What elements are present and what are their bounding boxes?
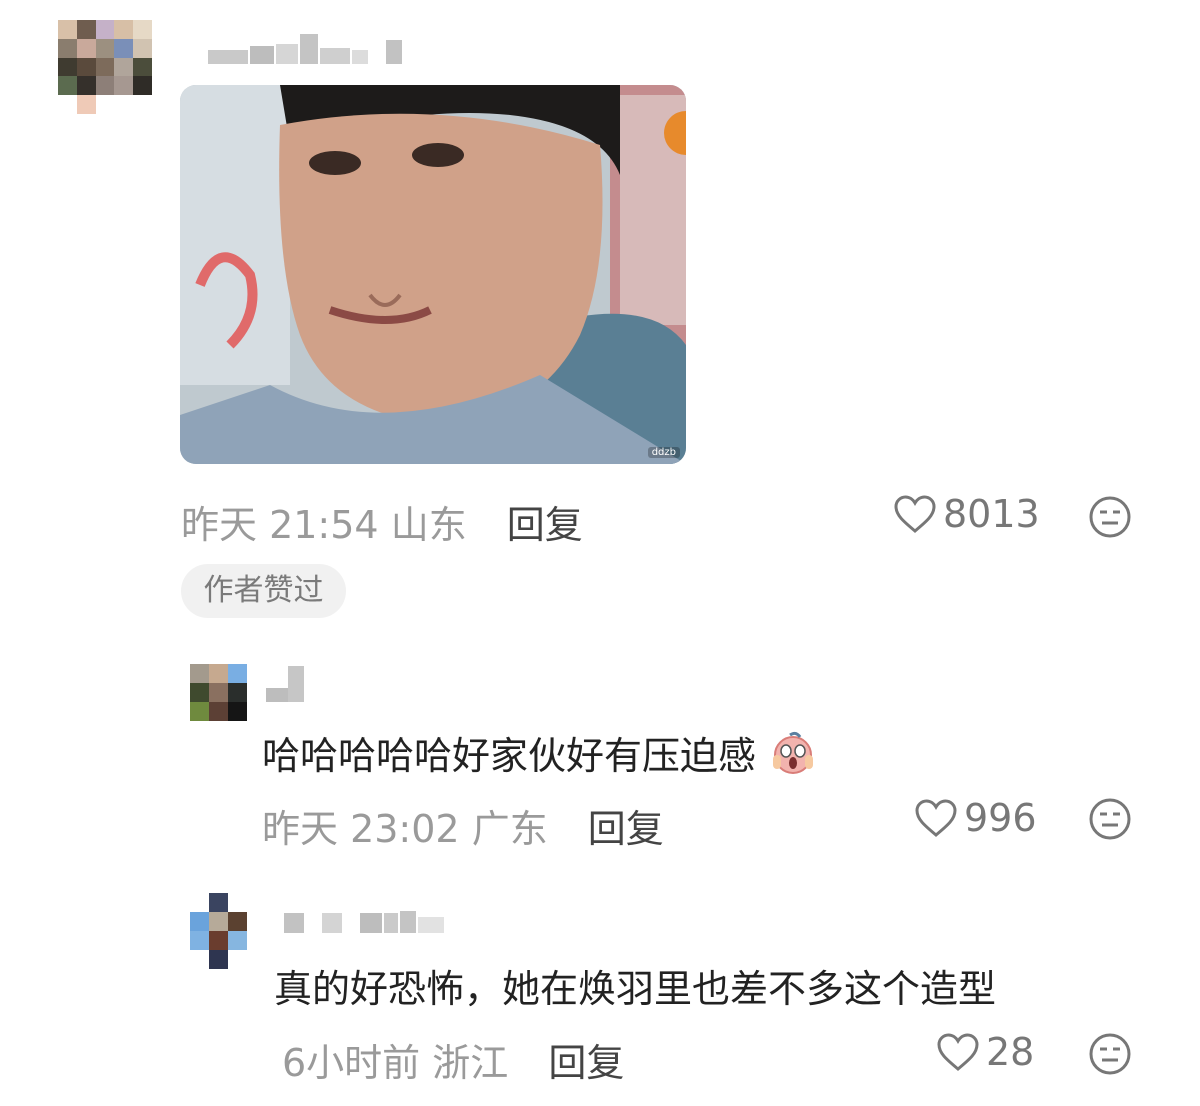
comment-location: 山东 [390,503,467,547]
image-watermark: ddzb [647,447,680,458]
emoji-face-icon [1089,798,1131,840]
comment-image[interactable]: ddzb [180,85,686,464]
emoji-face-icon [1089,1033,1131,1075]
comment-time: 昨天 21:54 [181,503,379,547]
like-button[interactable]: 8013 [893,492,1040,536]
reply-location: 广东 [471,807,548,851]
like-button[interactable]: 28 [936,1030,1034,1074]
heart-outline-icon [915,799,957,837]
username[interactable] [284,911,446,933]
reply-time: 6小时前 [282,1041,421,1085]
reply-time: 昨天 23:02 [262,807,460,851]
reply-text: 真的好恐怖，她在焕羽里也差不多这个造型 [274,967,997,1011]
emoji-face-icon [1089,496,1131,538]
like-button[interactable]: 996 [914,796,1037,840]
reply-button[interactable]: 回复 [548,1041,624,1085]
reply-meta: 6小时前 浙江 回复 [282,1032,624,1087]
emoji-reaction-button[interactable] [1088,797,1132,845]
like-count: 8013 [943,492,1040,536]
author-liked-tag: 作者赞过 [181,564,346,618]
emoji-reaction-button[interactable] [1088,1032,1132,1080]
username[interactable] [208,22,404,64]
portrait-image [180,85,686,464]
reply-button[interactable]: 回复 [507,503,583,547]
like-count: 28 [986,1030,1035,1074]
comment-meta: 昨天 21:54 山东 回复 [181,494,583,549]
username[interactable] [266,666,306,702]
avatar[interactable] [58,20,152,114]
heart-outline-icon [894,495,936,533]
reply-location: 浙江 [432,1041,509,1085]
like-count: 996 [964,796,1037,840]
reply-button[interactable]: 回复 [588,807,664,851]
reply-text: 哈哈哈哈哈好家伙好有压迫感 [262,725,816,780]
avatar[interactable] [190,664,247,721]
emoji-reaction-button[interactable] [1088,495,1132,543]
heart-outline-icon [937,1033,979,1071]
avatar[interactable] [190,893,247,969]
reply-meta: 昨天 23:02 广东 回复 [262,798,664,853]
scream-emoji-icon [773,731,814,774]
